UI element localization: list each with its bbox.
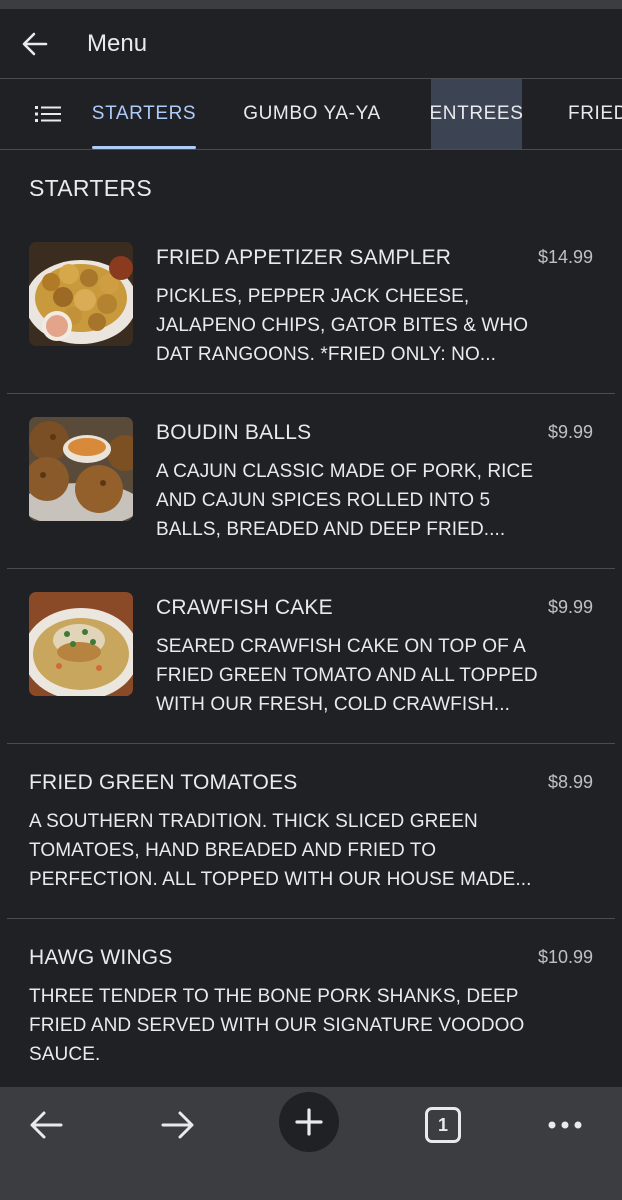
new-tab-button[interactable] xyxy=(279,1092,339,1152)
item-price: $9.99 xyxy=(547,422,593,442)
arrow-left-icon xyxy=(22,32,48,55)
arrow-right-icon xyxy=(161,1111,194,1139)
item-name: FRIED GREEN TOMATOES xyxy=(29,771,298,794)
more-dots-icon xyxy=(548,1121,582,1129)
arrow-left-icon xyxy=(30,1111,63,1139)
more-menu-button[interactable] xyxy=(533,1093,597,1157)
item-photo xyxy=(29,592,133,696)
description-line: DAT RANGOONS. *FRIED ONLY: NO... xyxy=(156,344,496,365)
item-description: THREE TENDER TO THE BONE PORK SHANKS, DE… xyxy=(29,982,524,1069)
item-price: $10.99 xyxy=(537,947,593,967)
browser-back-button[interactable] xyxy=(14,1093,78,1157)
item-photo xyxy=(29,417,133,521)
menu-item[interactable]: HAWG WINGS $10.99 THREE TENDER TO THE BO… xyxy=(7,918,615,1088)
list-icon xyxy=(34,106,61,122)
description-line: FRIED AND SERVED WITH OUR SIGNATURE VOOD… xyxy=(29,1015,525,1036)
item-photo xyxy=(29,242,133,346)
status-strip xyxy=(0,0,622,9)
description-line: A CAJUN CLASSIC MADE OF PORK, RICE xyxy=(156,461,534,482)
description-line: WITH OUR FRESH, COLD CRAWFISH... xyxy=(156,694,510,715)
item-description: SEARED CRAWFISH CAKE ON TOP OF A FRIED G… xyxy=(156,632,538,719)
description-line: PICKLES, PEPPER JACK CHEESE, xyxy=(156,286,470,307)
category-list-button[interactable] xyxy=(20,79,75,149)
tab-label: GUMBO YA-YA xyxy=(243,103,381,124)
tab-gumbo-ya-ya[interactable]: GUMBO YA-YA xyxy=(232,79,392,149)
description-line: BALLS, BREADED AND DEEP FRIED.... xyxy=(156,519,506,540)
menu-item[interactable]: FRIED GREEN TOMATOES $8.99 A SOUTHERN TR… xyxy=(7,743,615,919)
description-line: TOMATOES, HAND BREADED AND FRIED TO xyxy=(29,840,437,861)
page-title: Menu xyxy=(87,29,148,57)
plus-icon xyxy=(295,1108,323,1136)
tab-switcher-icon: 1 xyxy=(425,1107,461,1143)
menu-item[interactable]: BOUDIN BALLS $9.99 A CAJUN CLASSIC MADE … xyxy=(7,393,615,569)
item-name: CRAWFISH CAKE xyxy=(156,596,333,619)
description-line: PERFECTION. ALL TOPPED WITH OUR HOUSE MA… xyxy=(29,869,532,890)
item-description: A SOUTHERN TRADITION. THICK SLICED GREEN… xyxy=(29,807,531,894)
tab-entrees[interactable]: ENTREES xyxy=(429,79,524,149)
item-description: PICKLES, PEPPER JACK CHEESE, JALAPENO CH… xyxy=(156,282,528,369)
browser-forward-button[interactable] xyxy=(146,1093,210,1157)
description-line: AND CAJUN SPICES ROLLED INTO 5 xyxy=(156,490,491,511)
browser-toolbar: 1 xyxy=(0,1087,622,1200)
item-price: $14.99 xyxy=(537,247,593,267)
menu-item[interactable]: CRAWFISH CAKE $9.99 SEARED CRAWFISH CAKE… xyxy=(7,568,615,744)
item-price: $8.99 xyxy=(547,772,593,792)
tab-count: 1 xyxy=(437,1114,448,1135)
section-title: STARTERS xyxy=(29,175,152,201)
item-name: BOUDIN BALLS xyxy=(156,421,312,444)
description-line: JALAPENO CHIPS, GATOR BITES & WHO xyxy=(156,315,529,336)
item-price: $9.99 xyxy=(547,597,593,617)
description-line: THREE TENDER TO THE BONE PORK SHANKS, DE… xyxy=(29,986,519,1007)
item-name: HAWG WINGS xyxy=(29,946,173,969)
item-description: A CAJUN CLASSIC MADE OF PORK, RICE AND C… xyxy=(156,457,533,544)
description-line: FRIED GREEN TOMATO AND ALL TOPPED xyxy=(156,665,538,686)
description-line: SEARED CRAWFISH CAKE ON TOP OF A xyxy=(156,636,526,657)
tab-switcher-button[interactable]: 1 xyxy=(411,1093,475,1157)
tab-starters[interactable]: STARTERS xyxy=(92,79,196,149)
back-button[interactable] xyxy=(0,9,70,79)
app-bar: Menu xyxy=(0,9,622,79)
menu-item[interactable]: FRIED APPETIZER SAMPLER $14.99 PICKLES, … xyxy=(7,218,615,394)
description-line: A SOUTHERN TRADITION. THICK SLICED GREEN xyxy=(29,811,478,832)
item-name: FRIED APPETIZER SAMPLER xyxy=(156,246,452,269)
tab-label: STARTERS xyxy=(91,103,197,124)
tab-fried[interactable]: FRIED xyxy=(568,79,622,149)
category-tabs: STARTERS GUMBO YA-YA ENTREES FRIED xyxy=(0,79,622,150)
tab-label: FRIED xyxy=(568,103,622,124)
tab-label: ENTREES xyxy=(429,103,524,124)
description-line: SAUCE. xyxy=(29,1044,101,1065)
